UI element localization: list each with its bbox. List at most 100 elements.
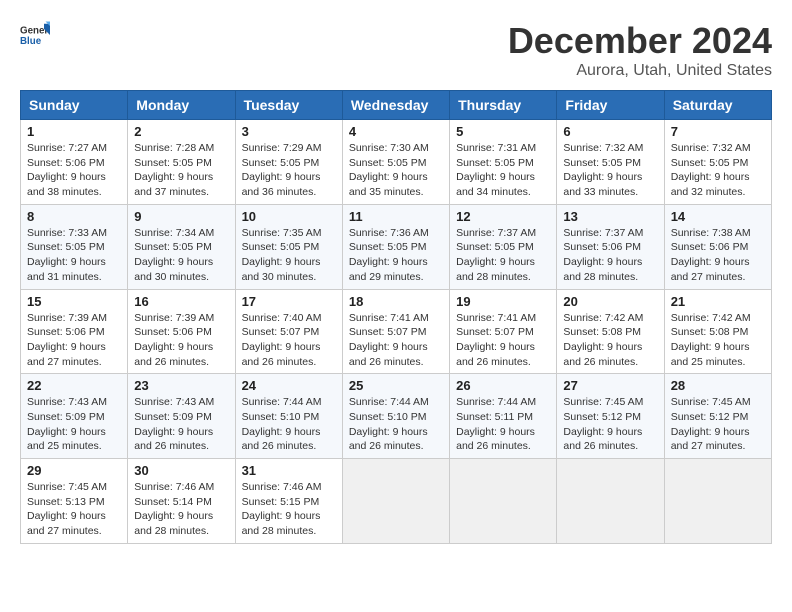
month-title: December 2024 [508,20,772,62]
logo-icon: General Blue [20,20,50,50]
cell-info: Sunrise: 7:38 AMSunset: 5:06 PMDaylight:… [671,226,765,285]
cell-info: Sunrise: 7:32 AMSunset: 5:05 PMDaylight:… [671,141,765,200]
table-row [450,459,557,544]
day-number: 13 [563,209,657,224]
table-row: 3 Sunrise: 7:29 AMSunset: 5:05 PMDaylight… [235,120,342,205]
day-number: 24 [242,378,336,393]
cell-info: Sunrise: 7:35 AMSunset: 5:05 PMDaylight:… [242,226,336,285]
day-number: 19 [456,294,550,309]
calendar-header-row: Sunday Monday Tuesday Wednesday Thursday… [21,91,772,120]
cell-info: Sunrise: 7:27 AMSunset: 5:06 PMDaylight:… [27,141,121,200]
title-area: December 2024 Aurora, Utah, United State… [508,20,772,80]
day-number: 25 [349,378,443,393]
table-row: 22 Sunrise: 7:43 AMSunset: 5:09 PMDayligh… [21,374,128,459]
table-row: 31 Sunrise: 7:46 AMSunset: 5:15 PMDayligh… [235,459,342,544]
table-row: 28 Sunrise: 7:45 AMSunset: 5:12 PMDayligh… [664,374,771,459]
cell-info: Sunrise: 7:42 AMSunset: 5:08 PMDaylight:… [671,311,765,370]
day-number: 14 [671,209,765,224]
table-row: 21 Sunrise: 7:42 AMSunset: 5:08 PMDayligh… [664,289,771,374]
cell-info: Sunrise: 7:41 AMSunset: 5:07 PMDaylight:… [456,311,550,370]
day-number: 4 [349,124,443,139]
cell-info: Sunrise: 7:34 AMSunset: 5:05 PMDaylight:… [134,226,228,285]
table-row: 26 Sunrise: 7:44 AMSunset: 5:11 PMDayligh… [450,374,557,459]
table-row: 12 Sunrise: 7:37 AMSunset: 5:05 PMDayligh… [450,204,557,289]
day-number: 9 [134,209,228,224]
table-row: 23Sunrise: 7:43 AMSunset: 5:09 PMDayligh… [128,374,235,459]
calendar-week-row: 29 Sunrise: 7:45 AMSunset: 5:13 PMDayligh… [21,459,772,544]
day-number: 10 [242,209,336,224]
table-row: 19 Sunrise: 7:41 AMSunset: 5:07 PMDayligh… [450,289,557,374]
calendar-week-row: 22 Sunrise: 7:43 AMSunset: 5:09 PMDayligh… [21,374,772,459]
table-row: 1 Sunrise: 7:27 AMSunset: 5:06 PMDaylight… [21,120,128,205]
day-number: 7 [671,124,765,139]
calendar-table: Sunday Monday Tuesday Wednesday Thursday… [20,90,772,544]
table-row: 29 Sunrise: 7:45 AMSunset: 5:13 PMDayligh… [21,459,128,544]
cell-info: Sunrise: 7:29 AMSunset: 5:05 PMDaylight:… [242,141,336,200]
cell-info: Sunrise: 7:40 AMSunset: 5:07 PMDaylight:… [242,311,336,370]
day-number: 31 [242,463,336,478]
cell-info: Sunrise: 7:39 AMSunset: 5:06 PMDaylight:… [27,311,121,370]
table-row: 8 Sunrise: 7:33 AMSunset: 5:05 PMDaylight… [21,204,128,289]
cell-info: Sunrise: 7:28 AMSunset: 5:05 PMDaylight:… [134,141,228,200]
day-number: 8 [27,209,121,224]
table-row: 2 Sunrise: 7:28 AMSunset: 5:05 PMDaylight… [128,120,235,205]
svg-text:Blue: Blue [20,36,42,47]
day-number: 29 [27,463,121,478]
day-number: 18 [349,294,443,309]
calendar-week-row: 8 Sunrise: 7:33 AMSunset: 5:05 PMDaylight… [21,204,772,289]
calendar-week-row: 15 Sunrise: 7:39 AMSunset: 5:06 PMDayligh… [21,289,772,374]
day-number: 28 [671,378,765,393]
day-number: 22 [27,378,121,393]
table-row: 11Sunrise: 7:36 AMSunset: 5:05 PMDayligh… [342,204,449,289]
day-number: 16 [134,294,228,309]
day-number: 15 [27,294,121,309]
day-number: 21 [671,294,765,309]
table-row: 17Sunrise: 7:40 AMSunset: 5:07 PMDayligh… [235,289,342,374]
table-row: 7 Sunrise: 7:32 AMSunset: 5:05 PMDaylight… [664,120,771,205]
day-number: 1 [27,124,121,139]
table-row: 16 Sunrise: 7:39 AMSunset: 5:06 PMDayligh… [128,289,235,374]
day-number: 2 [134,124,228,139]
cell-info: Sunrise: 7:42 AMSunset: 5:08 PMDaylight:… [563,311,657,370]
col-monday: Monday [128,91,235,120]
table-row: 18 Sunrise: 7:41 AMSunset: 5:07 PMDayligh… [342,289,449,374]
table-row: 25Sunrise: 7:44 AMSunset: 5:10 PMDayligh… [342,374,449,459]
table-row: 30Sunrise: 7:46 AMSunset: 5:14 PMDayligh… [128,459,235,544]
cell-info: Sunrise: 7:33 AMSunset: 5:05 PMDaylight:… [27,226,121,285]
cell-info: Sunrise: 7:41 AMSunset: 5:07 PMDaylight:… [349,311,443,370]
cell-info: Sunrise: 7:45 AMSunset: 5:13 PMDaylight:… [27,480,121,539]
cell-info: Sunrise: 7:46 AMSunset: 5:15 PMDaylight:… [242,480,336,539]
col-wednesday: Wednesday [342,91,449,120]
col-thursday: Thursday [450,91,557,120]
cell-info: Sunrise: 7:44 AMSunset: 5:11 PMDaylight:… [456,395,550,454]
day-number: 12 [456,209,550,224]
cell-info: Sunrise: 7:46 AMSunset: 5:14 PMDaylight:… [134,480,228,539]
cell-info: Sunrise: 7:32 AMSunset: 5:05 PMDaylight:… [563,141,657,200]
table-row: 13Sunrise: 7:37 AMSunset: 5:06 PMDayligh… [557,204,664,289]
table-row: 24 Sunrise: 7:44 AMSunset: 5:10 PMDayligh… [235,374,342,459]
day-number: 27 [563,378,657,393]
cell-info: Sunrise: 7:45 AMSunset: 5:12 PMDaylight:… [671,395,765,454]
table-row: 10 Sunrise: 7:35 AMSunset: 5:05 PMDayligh… [235,204,342,289]
day-number: 20 [563,294,657,309]
day-number: 3 [242,124,336,139]
cell-info: Sunrise: 7:45 AMSunset: 5:12 PMDaylight:… [563,395,657,454]
table-row: 9 Sunrise: 7:34 AMSunset: 5:05 PMDaylight… [128,204,235,289]
table-row [664,459,771,544]
table-row: 20 Sunrise: 7:42 AMSunset: 5:08 PMDayligh… [557,289,664,374]
col-tuesday: Tuesday [235,91,342,120]
table-row [557,459,664,544]
page-header: General Blue December 2024 Aurora, Utah,… [20,20,772,80]
cell-info: Sunrise: 7:30 AMSunset: 5:05 PMDaylight:… [349,141,443,200]
table-row: 15 Sunrise: 7:39 AMSunset: 5:06 PMDayligh… [21,289,128,374]
day-number: 26 [456,378,550,393]
cell-info: Sunrise: 7:36 AMSunset: 5:05 PMDaylight:… [349,226,443,285]
cell-info: Sunrise: 7:43 AMSunset: 5:09 PMDaylight:… [27,395,121,454]
table-row: 14 Sunrise: 7:38 AMSunset: 5:06 PMDayligh… [664,204,771,289]
calendar-week-row: 1 Sunrise: 7:27 AMSunset: 5:06 PMDaylight… [21,120,772,205]
cell-info: Sunrise: 7:44 AMSunset: 5:10 PMDaylight:… [242,395,336,454]
table-row [342,459,449,544]
cell-info: Sunrise: 7:37 AMSunset: 5:05 PMDaylight:… [456,226,550,285]
cell-info: Sunrise: 7:39 AMSunset: 5:06 PMDaylight:… [134,311,228,370]
col-friday: Friday [557,91,664,120]
